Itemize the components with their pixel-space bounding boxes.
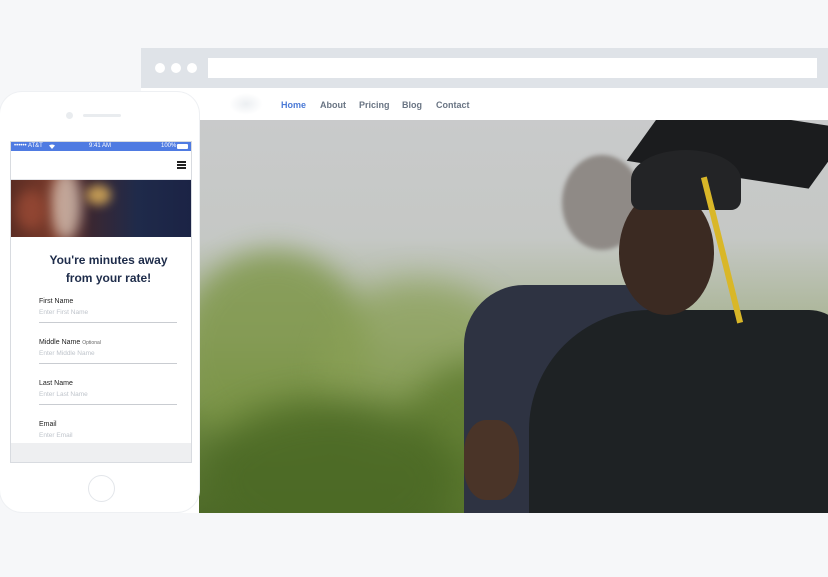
nav-contact[interactable]: Contact bbox=[436, 100, 470, 110]
app-hero-image bbox=[11, 180, 191, 237]
cap-crown bbox=[631, 150, 741, 210]
email-field[interactable] bbox=[39, 431, 177, 440]
form-footer bbox=[11, 443, 191, 462]
app-header bbox=[11, 151, 191, 180]
phone-camera bbox=[66, 112, 73, 119]
form-title-line-2: from your rate! bbox=[65, 271, 152, 285]
wifi-icon bbox=[49, 144, 55, 149]
address-bar[interactable] bbox=[208, 58, 817, 78]
phone-mockup: •••••• AT&T 9:41 AM 100% You're minutes … bbox=[0, 92, 199, 512]
first-name-underline bbox=[39, 322, 177, 323]
optional-tag: Optional bbox=[82, 340, 101, 346]
last-name-field[interactable] bbox=[39, 390, 177, 399]
phone-speaker bbox=[83, 114, 121, 117]
nav-blog[interactable]: Blog bbox=[402, 100, 422, 110]
first-name-field[interactable] bbox=[39, 308, 177, 317]
nav-pricing[interactable]: Pricing bbox=[359, 100, 390, 110]
rate-form: You're minutes away from your rate! Firs… bbox=[11, 237, 191, 443]
middle-name-label: Middle Name Optional bbox=[39, 339, 101, 346]
phone-screen: •••••• AT&T 9:41 AM 100% You're minutes … bbox=[10, 141, 192, 463]
status-bar: •••••• AT&T 9:41 AM 100% bbox=[11, 142, 191, 151]
form-title: You're minutes away from your rate! bbox=[31, 251, 186, 287]
hand bbox=[464, 420, 519, 500]
nav-home[interactable]: Home bbox=[281, 100, 306, 110]
middle-name-field[interactable] bbox=[39, 349, 177, 358]
browser-window: Home About Pricing Blog Contact bbox=[141, 48, 828, 513]
first-name-label: First Name bbox=[39, 298, 74, 305]
email-label: Email bbox=[39, 421, 57, 428]
logo-placeholder bbox=[229, 93, 263, 115]
phone-home-button[interactable] bbox=[88, 475, 115, 502]
last-name-label: Last Name bbox=[39, 380, 73, 387]
son-gown bbox=[529, 310, 828, 513]
status-time: 9:41 AM bbox=[89, 143, 112, 149]
site-nav: Home About Pricing Blog Contact bbox=[141, 88, 828, 120]
form-title-line-1: You're minutes away bbox=[49, 253, 168, 267]
hero-image bbox=[199, 120, 828, 513]
window-dot-maximize[interactable] bbox=[187, 63, 197, 73]
carrier-label: •••••• AT&T bbox=[14, 143, 43, 149]
nav-about[interactable]: About bbox=[320, 100, 346, 110]
battery-level: 100% bbox=[161, 143, 177, 149]
browser-toolbar bbox=[141, 48, 828, 88]
middle-name-underline bbox=[39, 363, 177, 364]
battery-icon bbox=[177, 144, 188, 149]
last-name-underline bbox=[39, 404, 177, 405]
window-dot-minimize[interactable] bbox=[171, 63, 181, 73]
hamburger-menu-icon[interactable] bbox=[177, 161, 186, 169]
window-dot-close[interactable] bbox=[155, 63, 165, 73]
